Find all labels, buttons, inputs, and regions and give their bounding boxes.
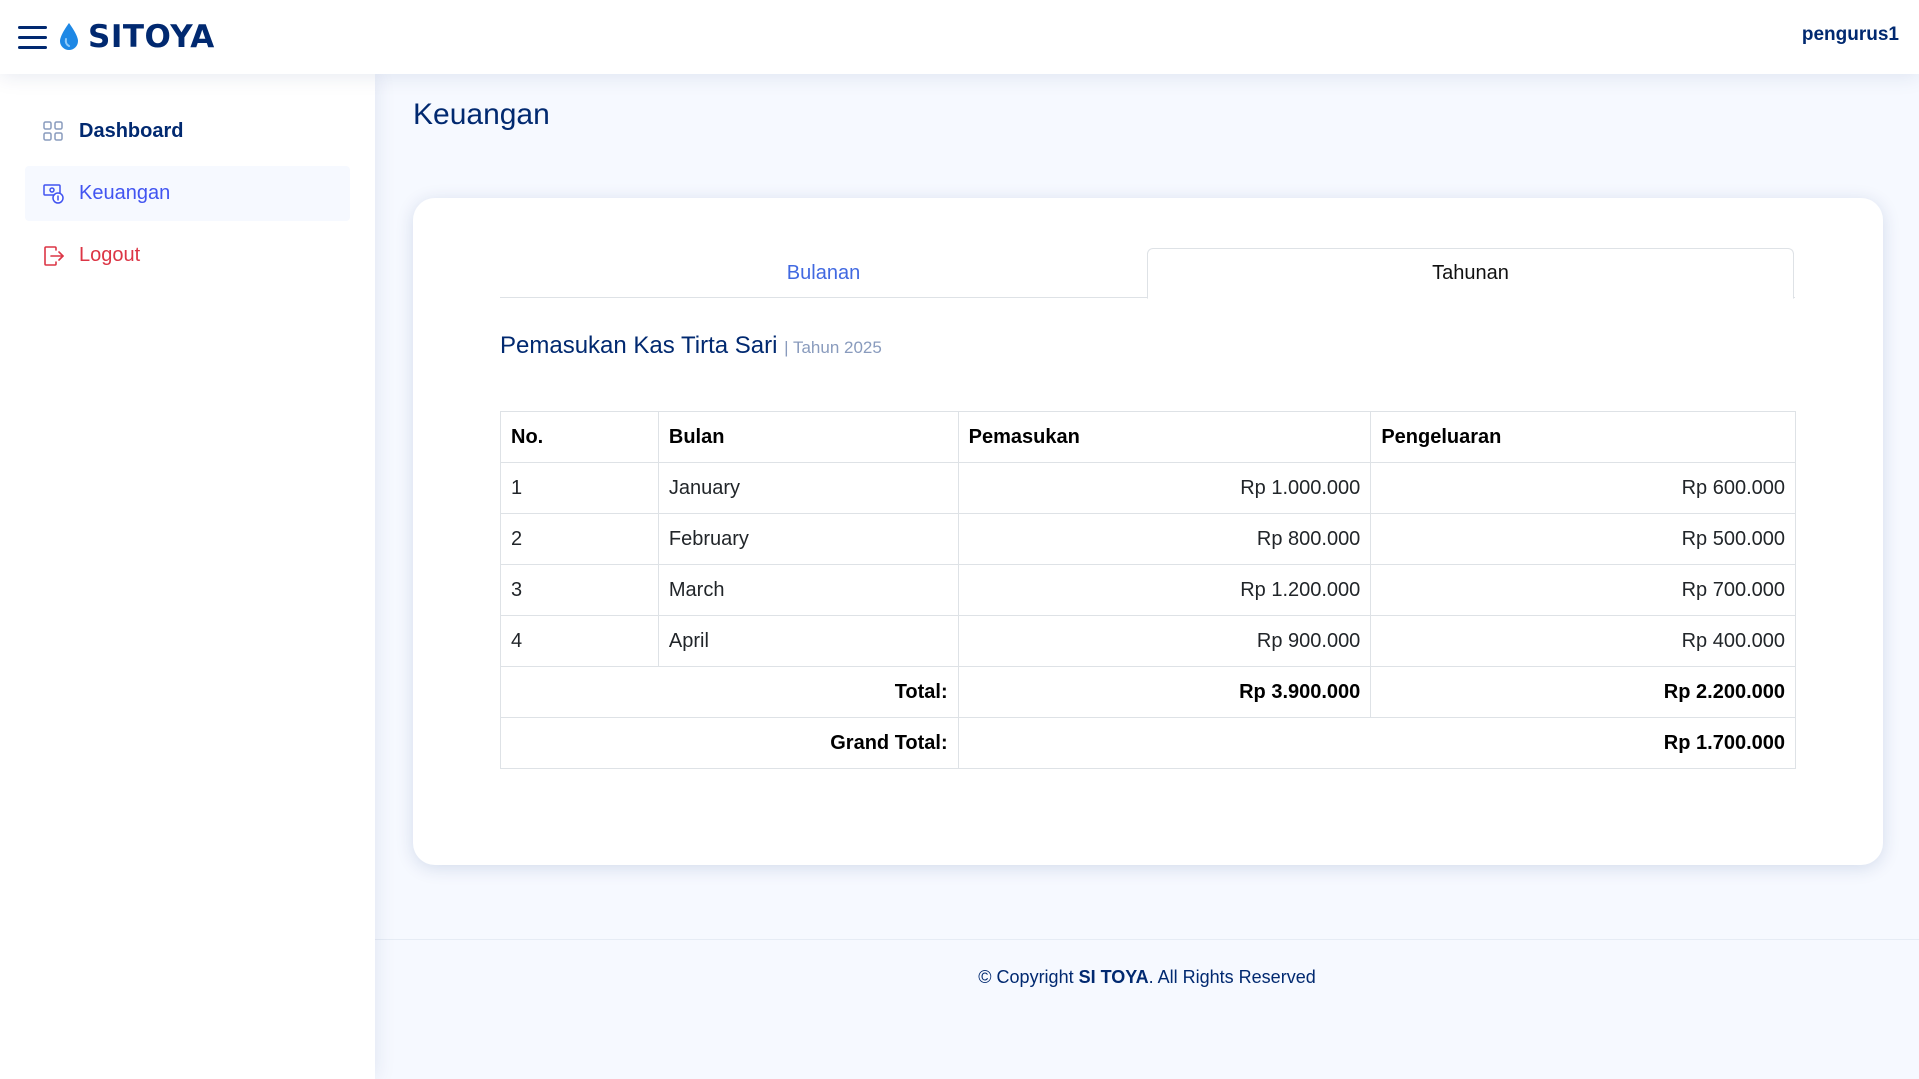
sidebar-item-logout[interactable]: Logout [25, 228, 350, 283]
row-income: Rp 900.000 [957, 615, 1372, 667]
period-tabs: Bulanan Tahunan [500, 248, 1795, 299]
water-drop-icon [60, 23, 78, 50]
sidebar-item-label: Dashboard [79, 120, 184, 142]
grand-total-row: Grand Total: Rp 1.700.000 [500, 717, 1797, 769]
row-income: Rp 1.200.000 [957, 564, 1372, 616]
tab-bulanan[interactable]: Bulanan [500, 248, 1147, 299]
menu-toggle-icon[interactable] [18, 26, 47, 50]
total-expense: Rp 2.200.000 [1370, 666, 1796, 718]
table-header-row: No. Bulan Pemasukan Pengeluaran [500, 411, 1796, 463]
grid-icon [43, 120, 65, 143]
row-number: 3 [500, 564, 659, 616]
footer-copyright: © Copyright SI TOYA. All Rights Reserved [375, 967, 1919, 988]
finance-table: No. Bulan Pemasukan Pengeluaran 1 Januar… [500, 411, 1797, 769]
table-row: 1 January Rp 1.000.000 Rp 600.000 [500, 462, 1796, 514]
section-title-text: Pemasukan Kas Tirta Sari [500, 332, 778, 359]
row-number: 2 [500, 513, 659, 565]
column-header: Pemasukan [957, 411, 1372, 463]
table-row: 3 March Rp 1.200.000 Rp 700.000 [500, 564, 1796, 616]
column-header: Bulan [657, 411, 959, 463]
table-row: 2 February Rp 800.000 Rp 500.000 [500, 513, 1796, 565]
row-income: Rp 800.000 [957, 513, 1372, 565]
column-header: Pengeluaran [1370, 411, 1796, 463]
section-title: Pemasukan Kas Tirta Sari | Tahun 2025 [500, 332, 882, 360]
sidebar-item-label: Keuangan [79, 182, 171, 204]
copyright-prefix: © Copyright [978, 967, 1074, 987]
section-subtitle: | Tahun 2025 [784, 338, 882, 357]
brand-logo[interactable]: SITOYA [58, 18, 215, 56]
footer-divider [375, 939, 1919, 940]
row-expense: Rp 700.000 [1370, 564, 1796, 616]
row-expense: Rp 600.000 [1370, 462, 1796, 514]
row-month: January [657, 462, 959, 514]
row-income: Rp 1.000.000 [957, 462, 1372, 514]
total-label: Total: [500, 666, 959, 718]
row-expense: Rp 500.000 [1370, 513, 1796, 565]
page-title: Keuangan [413, 98, 550, 131]
row-month: February [657, 513, 959, 565]
sidebar-item-keuangan[interactable]: Keuangan [25, 166, 350, 221]
column-header: No. [500, 411, 659, 463]
row-expense: Rp 400.000 [1370, 615, 1796, 667]
row-number: 1 [500, 462, 659, 514]
total-income: Rp 3.900.000 [957, 666, 1372, 718]
row-number: 4 [500, 615, 659, 667]
user-profile-name[interactable]: pengurus1 [1802, 24, 1899, 46]
grand-total-value: Rp 1.700.000 [957, 717, 1797, 769]
grand-total-label: Grand Total: [500, 717, 959, 769]
brand-name: SITOYA [88, 19, 215, 55]
sidebar-item-label: Logout [79, 244, 141, 266]
tab-tahunan[interactable]: Tahunan [1147, 248, 1794, 299]
finance-card: Bulanan Tahunan Pemasukan Kas Tirta Sari… [413, 198, 1883, 865]
copyright-brand: SI TOYA [1078, 967, 1149, 987]
logout-icon [43, 245, 65, 267]
sidebar: Dashboard Keuangan Logout [0, 74, 375, 1079]
top-header: SITOYA pengurus1 [0, 0, 1919, 74]
table-row: 4 April Rp 900.000 Rp 400.000 [500, 615, 1796, 667]
copyright-suffix: . All Rights Reserved [1148, 967, 1316, 987]
row-month: March [657, 564, 959, 616]
total-row: Total: Rp 3.900.000 Rp 2.200.000 [500, 666, 1796, 718]
cash-coin-icon [43, 183, 65, 205]
row-month: April [657, 615, 959, 667]
sidebar-item-dashboard[interactable]: Dashboard [25, 104, 350, 159]
